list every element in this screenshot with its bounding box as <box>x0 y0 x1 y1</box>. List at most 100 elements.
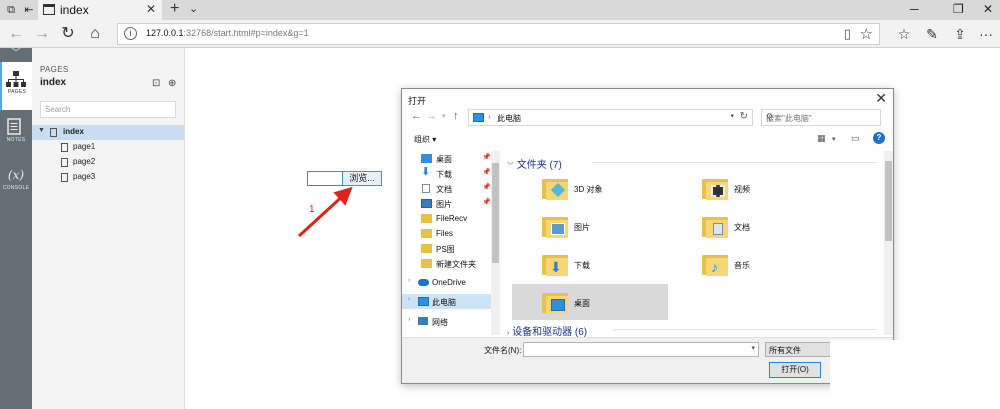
nav-item-network[interactable]: › 网络 <box>402 314 500 329</box>
document-icon <box>422 184 430 193</box>
folder-icon <box>542 214 568 238</box>
nav-item-label: Files <box>436 229 453 238</box>
group-header-folders[interactable]: ﹀ 文件夹 (7) <box>507 156 877 171</box>
nav-item-label: PS图 <box>436 245 455 254</box>
nav-item-label: 桌面 <box>436 155 452 164</box>
nav-item-label: OneDrive <box>432 278 466 287</box>
folder-videos[interactable]: 视频 <box>672 170 828 206</box>
download-icon: ⬇ <box>550 259 562 275</box>
dialog-forward-icon[interactable]: → <box>426 110 437 122</box>
nav-pane-scroll-thumb[interactable] <box>492 163 499 263</box>
folder-icon <box>702 176 728 200</box>
folder-icon <box>542 176 568 200</box>
preview-pane-icon[interactable]: ▭ <box>851 133 860 144</box>
help-icon[interactable]: ? <box>873 132 885 144</box>
nav-pane-scrollbar[interactable] <box>491 151 500 335</box>
group-divider <box>612 329 877 330</box>
dialog-command-bar: 组织 ▾ ▦ ▾ ▭ ? <box>402 130 893 150</box>
picture-icon <box>551 223 565 235</box>
folder-label: 3D 对象 <box>574 185 603 194</box>
nav-item-onedrive[interactable]: › OneDrive <box>402 275 500 290</box>
chevron-right-icon[interactable]: › <box>408 296 410 303</box>
pin-icon[interactable]: 📌 <box>482 168 491 176</box>
filename-label: 文件名(N): <box>484 346 522 355</box>
expand-chevron-icon[interactable]: › <box>507 330 509 337</box>
filename-dropdown-icon[interactable]: ▾ <box>751 344 755 352</box>
folder-documents[interactable]: 文档 <box>672 208 828 244</box>
dialog-navigation-pane: 桌面 📌 ⬇ 下载 📌 文档 📌 图片 📌 FileRecv Files PS图… <box>402 151 500 337</box>
dialog-path-bar[interactable]: › 此电脑 ▾ ↻ <box>468 109 753 126</box>
folder-music[interactable]: ♪ 音乐 <box>672 246 828 282</box>
nav-item-label: 下载 <box>436 170 452 179</box>
folder-downloads[interactable]: ⬇ 下载 <box>512 246 668 282</box>
dialog-search-input[interactable]: 搜索"此电脑" ⚲ <box>761 109 881 126</box>
recent-locations-icon[interactable]: ▾ <box>442 112 446 120</box>
view-dropdown-icon[interactable]: ▾ <box>832 135 836 143</box>
pin-icon[interactable]: 📌 <box>482 153 491 161</box>
folder-icon <box>702 214 728 238</box>
cloud-icon <box>418 279 429 286</box>
desktop-icon <box>421 154 432 163</box>
path-dropdown-icon[interactable]: ▾ <box>730 112 734 120</box>
music-icon: ♪ <box>711 259 718 275</box>
path-label: 此电脑 <box>497 114 521 123</box>
cropped-region <box>830 340 1000 409</box>
nav-item-documents[interactable]: 文档 📌 <box>402 181 500 196</box>
nav-item-label: FileRecv <box>436 214 468 223</box>
dialog-content-area: ﹀ 文件夹 (7) 3D 对象 视频 图片 文档 ⬇ 下载 ♪ 音乐 桌面 › … <box>507 151 883 338</box>
nav-item-label: 此电脑 <box>432 298 456 307</box>
folder-label: 下载 <box>574 261 590 270</box>
open-file-dialog: 打开 ✕ ← → ▾ ↑ › 此电脑 ▾ ↻ 搜索"此电脑" ⚲ 组织 ▾ ▦ … <box>401 88 894 384</box>
desktop-icon <box>551 299 565 311</box>
nav-item-new-folder[interactable]: 新建文件夹 <box>402 256 500 271</box>
folder-label: 视频 <box>734 185 750 194</box>
nav-item-pictures[interactable]: 图片 📌 <box>402 196 500 211</box>
folder-3d-objects[interactable]: 3D 对象 <box>512 170 668 206</box>
folder-desktop[interactable]: 桌面 <box>512 284 668 320</box>
nav-item-filerecv[interactable]: FileRecv <box>402 211 500 226</box>
nav-item-label: 新建文件夹 <box>436 260 476 269</box>
content-scrollbar[interactable] <box>884 151 893 335</box>
group-header-devices[interactable]: › 设备和驱动器 (6) <box>507 323 877 338</box>
folder-icon: ♪ <box>702 252 728 276</box>
dialog-close-icon[interactable]: ✕ <box>875 90 887 107</box>
pin-icon[interactable]: 📌 <box>482 198 491 206</box>
computer-icon <box>418 297 429 306</box>
filetype-select[interactable]: 所有文件 <box>765 342 835 357</box>
dialog-bottom-bar: 文件名(N): ▾ 所有文件 打开(O) <box>402 337 893 383</box>
dialog-refresh-icon[interactable]: ↻ <box>740 111 748 122</box>
nav-item-files[interactable]: Files <box>402 226 500 241</box>
content-scroll-thumb[interactable] <box>885 161 892 241</box>
up-folder-icon[interactable]: ↑ <box>453 110 459 122</box>
nav-item-this-pc[interactable]: › 此电脑 <box>402 294 500 309</box>
group-divider <box>592 162 877 163</box>
chevron-right-icon[interactable]: › <box>408 277 410 284</box>
picture-icon <box>421 199 432 208</box>
open-button[interactable]: 打开(O) <box>769 362 821 378</box>
folder-label: 文档 <box>734 223 750 232</box>
breadcrumb-chevron-icon: › <box>488 112 491 121</box>
download-icon: ⬇ <box>421 166 431 178</box>
collapse-chevron-icon[interactable]: ﹀ <box>507 163 514 170</box>
view-options-icon[interactable]: ▦ <box>817 133 826 144</box>
dialog-title: 打开 <box>408 96 427 106</box>
folder-pictures[interactable]: 图片 <box>512 208 668 244</box>
folder-icon <box>542 290 568 314</box>
nav-item-desktop[interactable]: 桌面 📌 <box>402 151 500 166</box>
chevron-right-icon[interactable]: › <box>408 316 410 323</box>
nav-item-downloads[interactable]: ⬇ 下载 📌 <box>402 166 500 181</box>
folder-icon: ⬇ <box>542 252 568 276</box>
organize-menu[interactable]: 组织 ▾ <box>414 134 436 145</box>
pin-icon[interactable]: 📌 <box>482 183 491 191</box>
nav-item-label: 文档 <box>436 185 452 194</box>
nav-item-ps[interactable]: PS图 <box>402 241 500 256</box>
annotation-label-1: 1 <box>309 204 315 215</box>
dialog-back-icon[interactable]: ← <box>411 110 422 122</box>
document-icon <box>713 223 723 235</box>
folder-label: 音乐 <box>734 261 750 270</box>
screen: ⧉ ⇤ index ✕ + ⌄ ─ ❐ ✕ ← → ↻ ⌂ i 127.0.0.… <box>0 0 1000 409</box>
network-icon <box>418 317 428 325</box>
folder-label: 桌面 <box>574 299 590 308</box>
filename-input[interactable]: ▾ <box>523 342 759 357</box>
video-icon <box>711 185 725 197</box>
